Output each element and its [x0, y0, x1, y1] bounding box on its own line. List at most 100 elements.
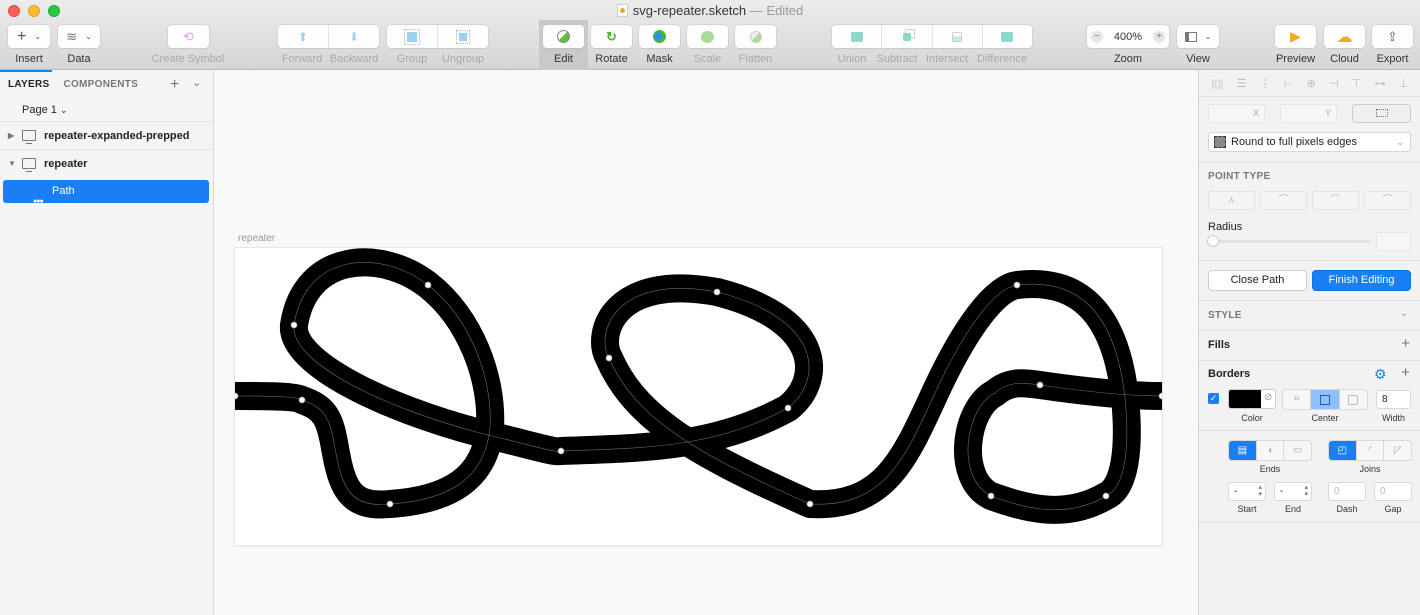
- point-asymmetric-button[interactable]: ⌒: [1364, 191, 1411, 210]
- subtract-button[interactable]: [882, 25, 933, 48]
- border-center-button[interactable]: [1311, 390, 1340, 409]
- start-arrow-select[interactable]: - ▴ ▾: [1228, 482, 1266, 501]
- align-right-icon[interactable]: ⊣: [1329, 77, 1339, 90]
- path-point-handle[interactable]: [605, 354, 613, 362]
- preview-button[interactable]: ▶: [1275, 25, 1316, 48]
- edit-button[interactable]: [543, 25, 584, 48]
- forward-button[interactable]: ⬆: [278, 25, 329, 48]
- path-point-handle[interactable]: [806, 500, 814, 508]
- vector-path[interactable]: [234, 248, 1163, 524]
- bevel-join-button[interactable]: ◸: [1384, 441, 1411, 460]
- round-end-button[interactable]: ◖: [1257, 441, 1285, 460]
- page-selector[interactable]: Page 1 ⌄: [0, 99, 213, 121]
- distribute-vertical-icon[interactable]: ☰: [1237, 77, 1247, 90]
- mask-button[interactable]: [639, 25, 680, 48]
- layer-item[interactable]: ▼ repeater: [0, 149, 213, 177]
- radius-slider[interactable]: [1207, 235, 1370, 247]
- artboard[interactable]: [231, 248, 1166, 545]
- dash-field[interactable]: 0: [1328, 482, 1366, 501]
- close-path-button[interactable]: Close Path: [1208, 270, 1307, 291]
- border-width-field[interactable]: 8: [1376, 390, 1411, 409]
- group-button[interactable]: [387, 25, 438, 48]
- zoom-in-button[interactable]: +: [1152, 30, 1165, 43]
- finish-editing-button[interactable]: Finish Editing: [1312, 270, 1411, 291]
- rotate-button[interactable]: ↻: [591, 25, 632, 48]
- border-inside-button[interactable]: ⌗: [1283, 390, 1312, 409]
- create-symbol-button[interactable]: ⟲: [168, 25, 209, 48]
- scale-button[interactable]: [687, 25, 728, 48]
- collapse-pages-icon[interactable]: ⌄: [192, 76, 201, 89]
- butt-end-button[interactable]: ▤: [1229, 441, 1257, 460]
- align-left-icon[interactable]: ⊢: [1284, 77, 1294, 90]
- point-disconnected-button[interactable]: ⌒: [1312, 191, 1359, 210]
- path-point-handle[interactable]: [298, 396, 306, 404]
- ungroup-button[interactable]: [438, 25, 488, 48]
- zoom-level[interactable]: 400%: [1114, 31, 1142, 43]
- difference-button[interactable]: [983, 25, 1032, 48]
- intersect-button[interactable]: [933, 25, 983, 48]
- path-point-handle[interactable]: [1013, 281, 1021, 289]
- align-bottom-icon[interactable]: ⊥: [1399, 77, 1409, 90]
- path-point-handle[interactable]: [987, 492, 995, 500]
- path-point-handle[interactable]: [784, 404, 792, 412]
- path-point-handle[interactable]: [290, 321, 298, 329]
- tab-layers[interactable]: LAYERS: [8, 79, 49, 90]
- x-field[interactable]: X: [1208, 104, 1265, 123]
- cloud-button[interactable]: ☁: [1324, 25, 1365, 48]
- export-button[interactable]: ⇪: [1372, 25, 1413, 48]
- add-page-button[interactable]: +: [170, 76, 179, 94]
- path-point-handle[interactable]: [231, 392, 239, 400]
- union-button[interactable]: [832, 25, 883, 48]
- pixel-rounding-select[interactable]: Round to full pixels edges ⌄: [1208, 132, 1411, 152]
- stepper-icon[interactable]: ▴ ▾: [1304, 484, 1308, 498]
- chevron-down-icon[interactable]: ⌄: [1400, 308, 1408, 319]
- align-center-horizontal-icon[interactable]: ⊕: [1307, 77, 1316, 90]
- view-button[interactable]: ⌄: [1177, 25, 1219, 48]
- round-join-button[interactable]: ◜: [1357, 441, 1385, 460]
- path-point-handle[interactable]: [557, 447, 565, 455]
- path-point-handle[interactable]: [1158, 392, 1166, 400]
- artboard-label[interactable]: repeater: [238, 233, 275, 244]
- end-arrow-select[interactable]: - ▴ ▾: [1274, 482, 1312, 501]
- data-button[interactable]: ≋ ⌄: [58, 25, 100, 48]
- gap-field[interactable]: 0: [1374, 482, 1412, 501]
- miter-join-button[interactable]: ◰: [1329, 441, 1357, 460]
- align-top-icon[interactable]: ⊤: [1352, 77, 1362, 90]
- disclosure-right-icon[interactable]: ▶: [8, 122, 14, 150]
- radius-slider-knob[interactable]: [1207, 235, 1219, 247]
- radius-field[interactable]: [1376, 232, 1411, 251]
- path-point-handle[interactable]: [713, 288, 721, 296]
- path-point-handle[interactable]: [424, 281, 432, 289]
- zoom-label: Zoom: [1113, 53, 1143, 65]
- snap-point-button[interactable]: [1352, 104, 1411, 123]
- more-icon[interactable]: ⋮: [1260, 77, 1271, 90]
- gear-icon[interactable]: ⚙: [1374, 366, 1387, 383]
- align-middle-vertical-icon[interactable]: ⊶: [1375, 77, 1386, 90]
- point-mirrored-button[interactable]: ⌒: [1260, 191, 1307, 210]
- zoom-out-button[interactable]: −: [1091, 30, 1103, 43]
- border-color-swatch[interactable]: [1229, 390, 1261, 408]
- backward-button[interactable]: ⬇: [329, 25, 379, 48]
- color-variable-icon[interactable]: ⊘: [1264, 392, 1272, 403]
- path-point-handle[interactable]: [386, 500, 394, 508]
- border-outside-button[interactable]: [1340, 390, 1367, 409]
- subtract-icon: [902, 32, 911, 41]
- add-border-button[interactable]: +: [1401, 364, 1410, 381]
- border-color-well[interactable]: ⊘: [1228, 389, 1276, 409]
- path-point-handle[interactable]: [1102, 492, 1110, 500]
- selection-marquee-icon: [1375, 109, 1388, 117]
- distribute-horizontal-icon[interactable]: |▯|: [1212, 77, 1224, 90]
- flatten-button[interactable]: [735, 25, 776, 48]
- tab-components[interactable]: COMPONENTS: [63, 79, 138, 90]
- layer-item-selected[interactable]: ●●● Path: [3, 180, 209, 205]
- border-enabled-checkbox[interactable]: ✓: [1208, 393, 1219, 404]
- y-field[interactable]: Y: [1280, 104, 1337, 123]
- path-point-handle[interactable]: [1036, 381, 1044, 389]
- disclosure-down-icon[interactable]: ▼: [8, 150, 16, 178]
- square-end-button[interactable]: ▭: [1284, 441, 1311, 460]
- layer-item[interactable]: ▶ repeater-expanded-prepped: [0, 121, 213, 149]
- stepper-icon[interactable]: ▴ ▾: [1258, 484, 1262, 498]
- add-fill-button[interactable]: +: [1401, 335, 1410, 352]
- insert-button[interactable]: + ⌄: [8, 25, 50, 48]
- point-straight-button[interactable]: ⋏: [1208, 191, 1255, 210]
